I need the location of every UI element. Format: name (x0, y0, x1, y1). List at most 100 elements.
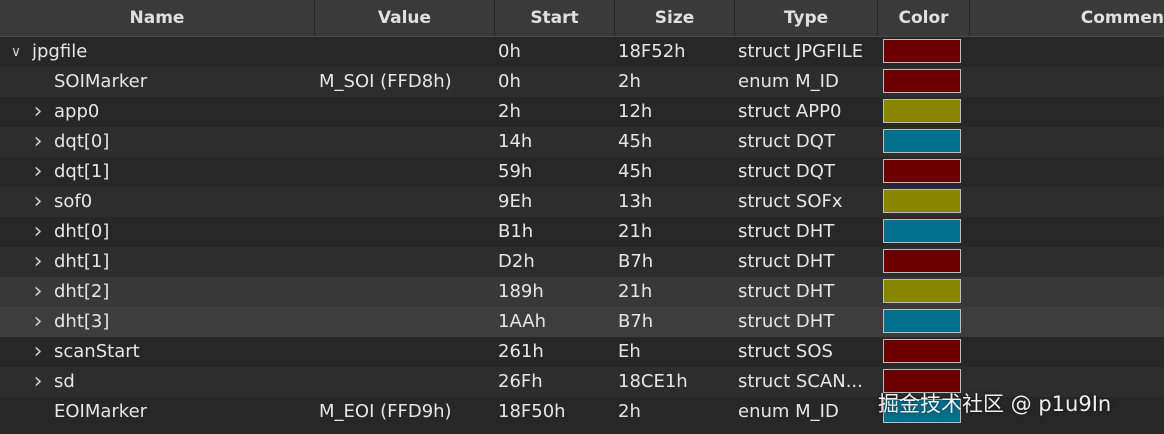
cell-type: enum M_ID (738, 71, 839, 92)
cell-name: dht[3] (54, 311, 110, 332)
color-swatch[interactable] (883, 39, 961, 63)
color-swatch[interactable] (883, 249, 961, 273)
cell-name: EOIMarker (54, 401, 148, 422)
cell-start: 18F50h (498, 401, 566, 422)
cell-size: B7h (618, 251, 654, 272)
cell-value (319, 187, 491, 217)
cell-value (319, 217, 491, 247)
cell-type: struct DQT (738, 161, 835, 182)
cell-start: 2h (498, 101, 521, 122)
chevron-right-icon[interactable]: › (30, 97, 46, 127)
cell-size: 45h (618, 131, 653, 152)
cell-name: scanStart (54, 341, 140, 362)
table-row[interactable]: › dqt[0] 14h 45h struct DQT (0, 127, 1164, 157)
cell-size: 18F52h (618, 41, 686, 62)
cell-type: struct DQT (738, 131, 835, 152)
header-size[interactable]: Size (615, 0, 735, 36)
cell-value (319, 127, 491, 157)
color-swatch[interactable] (883, 99, 961, 123)
cell-value (319, 277, 491, 307)
cell-value (319, 307, 491, 337)
table-row[interactable]: › sof0 9Eh 13h struct SOFx (0, 187, 1164, 217)
cell-value (319, 367, 491, 397)
cell-size: Eh (618, 341, 641, 362)
color-swatch[interactable] (883, 159, 961, 183)
chevron-right-icon[interactable]: › (30, 277, 46, 307)
color-swatch[interactable] (883, 279, 961, 303)
table-row[interactable]: › scanStart 261h Eh struct SOS (0, 337, 1164, 367)
table-row[interactable]: › dht[2] 189h 21h struct DHT (0, 277, 1164, 307)
chevron-right-icon[interactable]: › (30, 247, 46, 277)
cell-name: dqt[0] (54, 131, 110, 152)
cell-value (319, 37, 491, 67)
cell-start: 0h (498, 41, 521, 62)
cell-start: 0h (498, 71, 521, 92)
cell-type: struct DHT (738, 281, 835, 302)
cell-type: enum M_ID (738, 401, 839, 422)
cell-type: struct DHT (738, 311, 835, 332)
cell-start: 26Fh (498, 371, 543, 392)
cell-type: struct SOFx (738, 191, 843, 212)
color-swatch[interactable] (883, 69, 961, 93)
cell-start: 14h (498, 131, 533, 152)
cell-type: struct SCAN... (738, 371, 863, 392)
cell-type: struct DHT (738, 221, 835, 242)
cell-type: struct DHT (738, 251, 835, 272)
cell-size: 2h (618, 71, 641, 92)
chevron-right-icon[interactable]: › (30, 157, 46, 187)
header-comment[interactable]: Commen (970, 0, 1164, 36)
cell-value (319, 157, 491, 187)
table-row[interactable]: › dht[1] D2h B7h struct DHT (0, 247, 1164, 277)
table-row[interactable]: › dqt[1] 59h 45h struct DQT (0, 157, 1164, 187)
cell-size: 13h (618, 191, 653, 212)
cell-name: dht[0] (54, 221, 110, 242)
column-header: Name Value Start Size Type Color Commen (0, 0, 1164, 37)
cell-name: dht[1] (54, 251, 110, 272)
chevron-down-icon[interactable]: ∨ (8, 37, 24, 67)
header-name[interactable]: Name (0, 0, 315, 36)
color-swatch[interactable] (883, 309, 961, 333)
color-swatch[interactable] (883, 339, 961, 363)
cell-name: sof0 (54, 191, 93, 212)
cell-size: 2h (618, 401, 641, 422)
cell-start: 261h (498, 341, 544, 362)
cell-size: 45h (618, 161, 653, 182)
cell-size: 12h (618, 101, 653, 122)
header-type[interactable]: Type (735, 0, 878, 36)
cell-name: sd (54, 371, 75, 392)
header-value[interactable]: Value (315, 0, 495, 36)
cell-start: 189h (498, 281, 544, 302)
cell-name: SOIMarker (54, 71, 148, 92)
chevron-right-icon[interactable]: › (30, 307, 46, 337)
cell-start: 59h (498, 161, 533, 182)
cell-value (319, 247, 491, 277)
cell-type: struct JPGFILE (738, 41, 864, 62)
chevron-right-icon[interactable]: › (30, 187, 46, 217)
header-start[interactable]: Start (495, 0, 615, 36)
cell-value (319, 337, 491, 367)
cell-size: 21h (618, 281, 653, 302)
cell-size: B7h (618, 311, 654, 332)
header-color[interactable]: Color (878, 0, 970, 36)
chevron-right-icon[interactable]: › (30, 217, 46, 247)
table-row[interactable]: › dht[0] B1h 21h struct DHT (0, 217, 1164, 247)
table-row[interactable]: › app0 2h 12h struct APP0 (0, 97, 1164, 127)
template-results-list: ∨ jpgfile 0h 18F52h struct JPGFILE SOIMarker M… (0, 37, 1164, 427)
cell-start: 9Eh (498, 191, 533, 212)
chevron-right-icon[interactable]: › (30, 127, 46, 157)
cell-start: 1AAh (498, 311, 546, 332)
cell-type: struct APP0 (738, 101, 842, 122)
color-swatch[interactable] (883, 219, 961, 243)
cell-name: jpgfile (32, 41, 88, 62)
color-swatch[interactable] (883, 129, 961, 153)
cell-value: M_SOI (FFD8h) (319, 71, 452, 92)
table-row[interactable]: › dht[3] 1AAh B7h struct DHT (0, 307, 1164, 337)
table-row[interactable]: ∨ jpgfile 0h 18F52h struct JPGFILE (0, 37, 1164, 67)
color-swatch[interactable] (883, 189, 961, 213)
table-row[interactable]: SOIMarker M_SOI (FFD8h) 0h 2h enum M_ID (0, 67, 1164, 97)
chevron-right-icon[interactable]: › (30, 367, 46, 397)
cell-size: 21h (618, 221, 653, 242)
cell-value: M_EOI (FFD9h) (319, 401, 452, 422)
cell-size: 18CE1h (618, 371, 688, 392)
chevron-right-icon[interactable]: › (30, 337, 46, 367)
